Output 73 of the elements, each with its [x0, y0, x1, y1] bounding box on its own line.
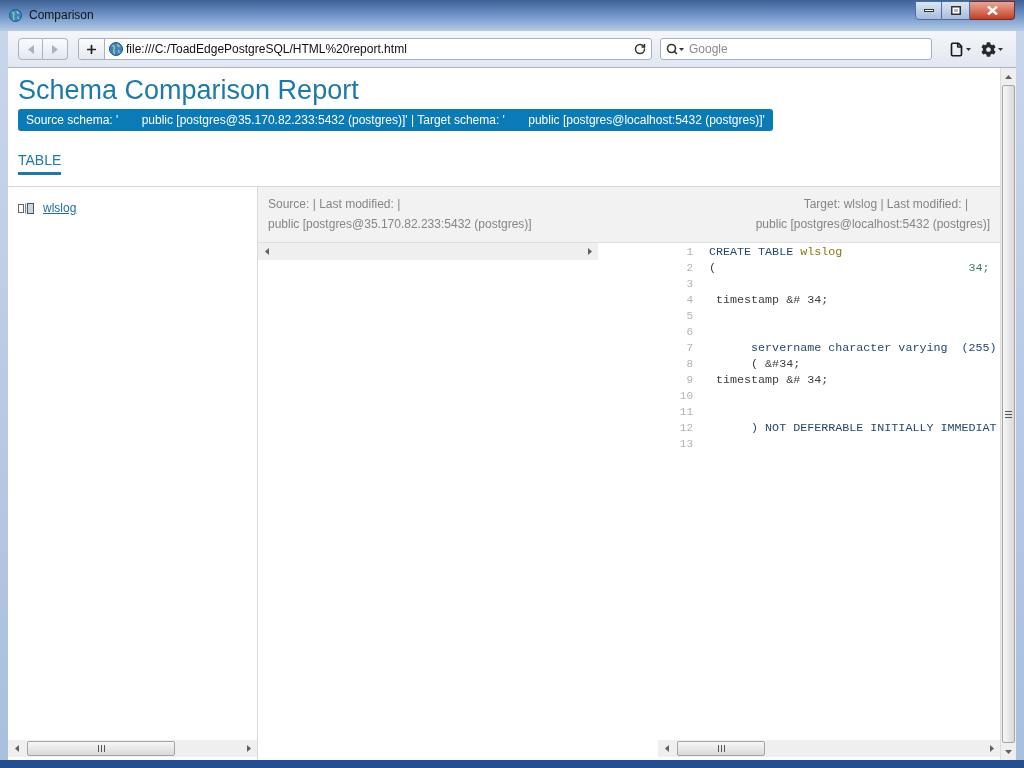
right-arrow-icon[interactable]	[989, 745, 994, 752]
code-line: servername character varying (255)	[750, 340, 997, 356]
code-line: timestamp &# 34;	[715, 292, 829, 308]
vertical-scrollbar[interactable]	[1000, 68, 1016, 760]
code-line: CREATE TABLE wlslog	[709, 244, 843, 260]
window-title: Comparison	[29, 8, 94, 22]
horizontal-scrollbar[interactable]	[8, 740, 257, 757]
add-bookmark-button[interactable]	[79, 39, 105, 59]
grip-icon	[1005, 410, 1012, 418]
table-link[interactable]: wlslog	[43, 200, 77, 216]
line-number: 1	[685, 245, 693, 260]
up-arrow-icon[interactable]	[1005, 74, 1012, 79]
minimize-icon	[923, 9, 934, 12]
line-number: 13	[678, 437, 693, 452]
grip-icon	[97, 745, 105, 752]
code-line: timestamp &# 34;	[715, 372, 829, 388]
maximize-button[interactable]	[942, 1, 970, 20]
right-arrow-icon	[52, 44, 58, 54]
url-field[interactable]: file:///C:/ToadEdgePostgreSQL/HTML%20report.html	[126, 40, 634, 58]
target-info: public [postgres@localhost:5432 (postgres)]	[755, 216, 990, 232]
caret-icon	[679, 47, 684, 51]
address-bar[interactable]: file:///C:/ToadEdgePostgreSQL/HTML%20report.html	[78, 38, 652, 60]
search-field[interactable]: Google	[660, 38, 932, 60]
line-number: 3	[685, 277, 693, 292]
gear-icon	[981, 41, 996, 57]
schemas-banner: Source schema: ' public [postgres@35.170.82.233:5432 (postgres)]' | Target schema: ' public [postgres@localhost:5432 (postgres)]'	[18, 109, 773, 131]
page-menu-button[interactable]	[949, 41, 971, 57]
left-arrow-icon	[27, 44, 34, 54]
close-icon	[986, 6, 998, 15]
globe-icon	[109, 42, 123, 56]
two-boxes-icon	[18, 202, 34, 214]
source-info: Source: | Last modified: |	[268, 196, 402, 212]
report-title: Schema Comparison Report	[18, 74, 359, 106]
caret-icon	[966, 47, 971, 51]
line-number: 11	[678, 405, 693, 420]
line-number: 2	[685, 261, 693, 276]
line-number: 9	[685, 373, 693, 388]
grip-icon	[717, 745, 725, 752]
globe-icon	[9, 9, 22, 22]
left-arrow-icon[interactable]	[664, 745, 669, 752]
line-number: 6	[685, 325, 693, 340]
plus-icon	[85, 42, 98, 56]
scrollbar-thumb[interactable]	[1002, 85, 1015, 743]
tab[interactable]: TABLE	[18, 150, 62, 175]
tools-menu-button[interactable]	[981, 41, 1003, 57]
code-line: ) NOT DEFERRABLE INITIALLY IMMEDIAT	[750, 420, 997, 436]
search-icon	[666, 43, 678, 55]
horizontal-scrollbar[interactable]	[658, 740, 1000, 757]
horizontal-scrollbar[interactable]	[258, 243, 598, 260]
scrollbar-thumb[interactable]	[27, 741, 175, 756]
source-info: public [postgres@35.170.82.233:5432 (postgres)]	[268, 216, 532, 232]
line-number: 7	[685, 341, 693, 356]
reload-icon[interactable]	[634, 43, 646, 55]
line-number: 5	[685, 309, 693, 324]
close-button[interactable]	[970, 1, 1015, 20]
code-line: ( 34;	[709, 260, 990, 276]
line-number: 4	[685, 293, 693, 308]
left-arrow-icon[interactable]	[264, 248, 269, 255]
line-number: 12	[678, 421, 693, 436]
down-arrow-icon[interactable]	[1005, 749, 1012, 754]
right-arrow-icon[interactable]	[246, 745, 251, 752]
target-info: Target: wlslog | Last modified: |	[803, 196, 968, 212]
page-icon	[949, 41, 964, 57]
caret-icon	[998, 47, 1003, 51]
line-number: 8	[685, 357, 693, 372]
search-input[interactable]: Google	[689, 40, 931, 58]
left-arrow-icon[interactable]	[14, 745, 19, 752]
right-arrow-icon[interactable]	[587, 248, 592, 255]
minimize-button[interactable]	[915, 1, 942, 20]
scrollbar-thumb[interactable]	[677, 741, 765, 756]
maximize-icon	[950, 6, 961, 15]
code-line: ( &#34;	[750, 356, 801, 372]
line-number: 10	[678, 389, 693, 404]
